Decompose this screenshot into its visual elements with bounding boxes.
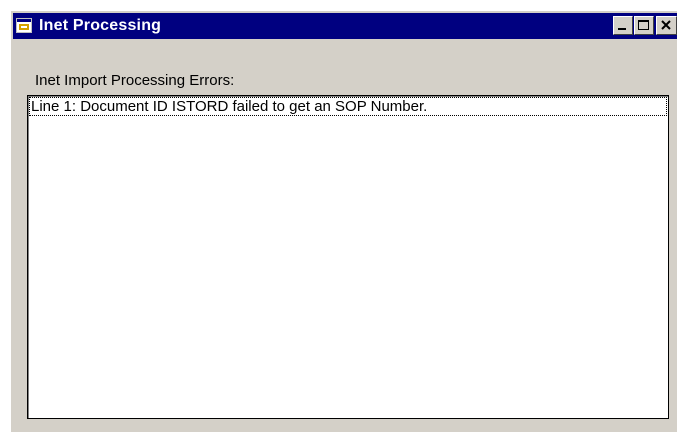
- maximize-button[interactable]: [634, 16, 654, 35]
- errors-listbox[interactable]: Line 1: Document ID ISTORD failed to get…: [27, 95, 669, 419]
- window-title: Inet Processing: [39, 17, 162, 34]
- title-bar[interactable]: Inet Processing: [13, 13, 677, 39]
- close-button[interactable]: [656, 16, 677, 35]
- inet-processing-window: Inet Processing Inet Import Processing E…: [10, 10, 677, 432]
- app-window-icon[interactable]: [16, 18, 32, 33]
- list-item[interactable]: Line 1: Document ID ISTORD failed to get…: [29, 97, 667, 116]
- minimize-button[interactable]: [613, 16, 633, 35]
- errors-list-label: Inet Import Processing Errors:: [35, 72, 235, 89]
